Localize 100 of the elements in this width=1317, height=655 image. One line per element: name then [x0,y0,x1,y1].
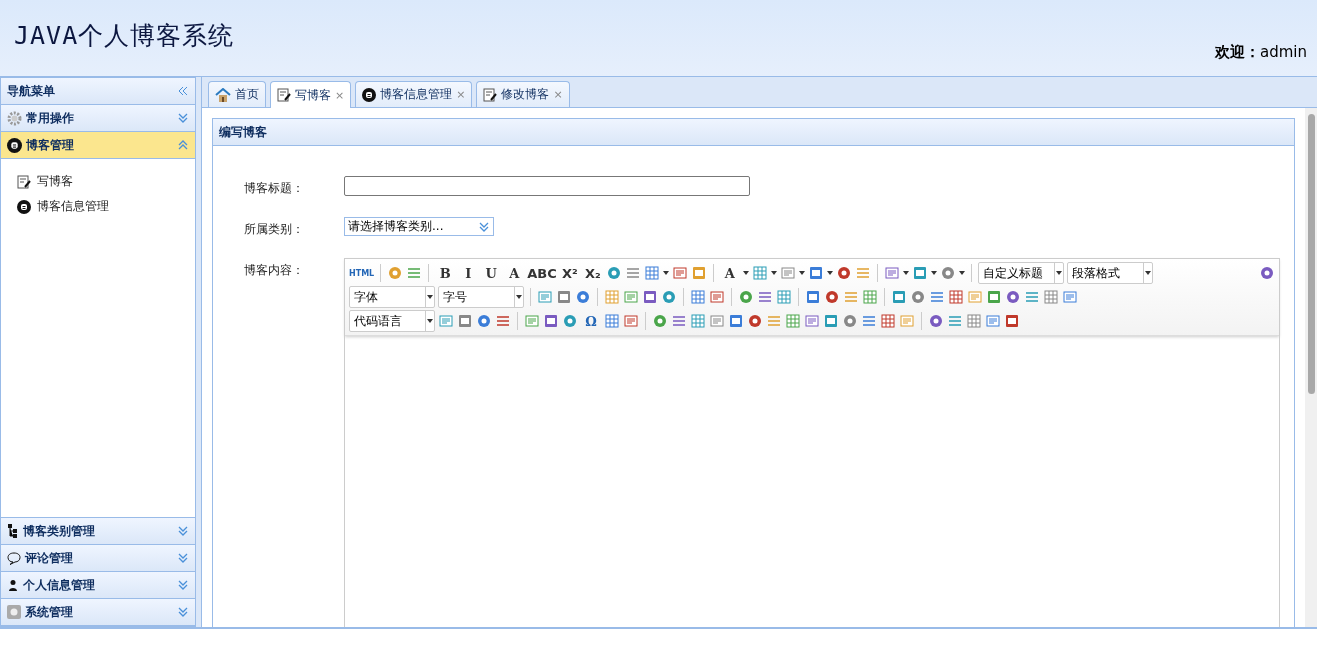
accordion-header[interactable]: 个人信息管理 [1,572,195,599]
note-icon [277,88,291,102]
tool-icon[interactable] [1259,265,1275,281]
tool-icon[interactable] [891,289,907,305]
tool-icon[interactable] [605,265,622,281]
tool-icon[interactable] [747,313,763,329]
field-label: 博客内容： [244,262,305,279]
format-button[interactable]: ABC [527,263,557,283]
tool-icon[interactable] [1004,313,1020,329]
tool-icon[interactable] [690,265,707,281]
expand-icon[interactable] [177,606,189,618]
tool-icon[interactable] [1005,289,1021,305]
tool-icon[interactable] [862,289,878,305]
tool-icon[interactable] [661,289,677,305]
tool-icon[interactable] [690,289,706,305]
panel-title: 编写博客 [219,123,267,141]
tool-icon[interactable] [911,265,928,281]
toolbar-dropdown[interactable]: 代码语言 [349,310,435,332]
tool-icon[interactable] [757,289,773,305]
format-button[interactable]: U [481,263,502,283]
tool-icon[interactable] [939,265,956,281]
tool-icon[interactable] [880,313,896,329]
collapse-icon[interactable] [177,85,189,97]
caret-icon [1055,271,1062,275]
tool-icon[interactable] [910,289,926,305]
tool-icon[interactable] [709,289,725,305]
tool-icon[interactable] [929,289,945,305]
tool-icon[interactable] [807,265,824,281]
format-button[interactable]: Ω [581,311,601,331]
tool-icon[interactable] [823,313,839,329]
tool-icon[interactable] [966,313,982,329]
accordion-header[interactable]: 博客类别管理 [1,518,195,545]
tool-icon[interactable] [824,289,840,305]
tool-icon[interactable] [690,313,706,329]
format-button[interactable]: A [504,263,525,283]
tool-icon[interactable] [751,265,768,281]
tool-icon[interactable] [1024,289,1040,305]
format-button[interactable]: HTML [349,263,375,283]
scrollbar[interactable] [1305,108,1317,627]
close-icon[interactable]: × [335,88,345,102]
tab[interactable]: 博客信息管理 × [355,81,473,107]
tool-icon[interactable] [575,289,591,305]
tool-icon[interactable] [652,313,668,329]
expand-icon[interactable] [177,552,189,564]
tool-icon[interactable] [556,289,572,305]
tool-icon[interactable] [928,313,944,329]
accordion-header[interactable]: 常用操作 [1,105,195,132]
nav-item[interactable]: 写博客 [17,173,195,190]
format-button[interactable]: A [719,263,740,283]
gear-icon [7,110,22,126]
tool-icon[interactable] [623,313,639,329]
collapse-icon[interactable] [177,139,189,151]
category-select[interactable]: 请选择博客类别... [344,217,494,236]
tool-icon[interactable] [947,313,963,329]
tool-icon[interactable] [986,289,1002,305]
tool-icon[interactable] [671,313,687,329]
tab[interactable]: 写博客 × [270,81,352,108]
tool-icon[interactable] [543,313,559,329]
toolbar-dropdown[interactable]: 字号 [438,286,524,308]
note-icon [483,87,498,102]
toolbar-dropdown[interactable]: 段落格式 [1066,262,1153,284]
toolbar-dropdown[interactable]: 字体 [349,286,435,308]
tool-icon[interactable] [738,289,754,305]
accordion-header[interactable]: 系统管理 [1,599,195,626]
tab[interactable]: 修改博客 × [476,81,570,107]
format-button[interactable]: I [458,263,479,283]
tool-icon[interactable] [776,289,792,305]
tool-icon[interactable] [406,265,423,281]
tool-icon[interactable] [495,313,511,329]
tool-icon[interactable] [562,313,578,329]
tool-icon[interactable] [728,313,744,329]
tool-icon[interactable] [387,265,404,281]
tool-icon[interactable] [1043,289,1059,305]
tool-icon[interactable] [457,313,473,329]
expand-icon[interactable] [177,579,189,591]
tool-icon[interactable] [671,265,688,281]
expand-icon[interactable] [177,112,189,124]
tool-icon[interactable] [842,313,858,329]
accordion-header[interactable]: 博客管理 [1,132,195,159]
tool-icon[interactable] [948,289,964,305]
tool-icon[interactable] [835,265,852,281]
format-button[interactable]: X² [559,263,580,283]
title-input[interactable] [344,176,750,196]
tool-icon[interactable] [624,265,641,281]
tool-icon[interactable] [476,313,492,329]
nav-item[interactable]: 博客信息管理 [17,198,195,215]
caret-icon [427,319,433,323]
tool-icon[interactable] [643,265,660,281]
format-button[interactable]: B [435,263,456,283]
expand-icon[interactable] [177,525,189,537]
tool-icon[interactable] [604,313,620,329]
accordion-header[interactable]: 评论管理 [1,545,195,572]
tool-icon[interactable] [805,289,821,305]
tab[interactable]: 首页 [208,81,266,107]
format-button[interactable]: X₂ [582,263,603,283]
expand-icon[interactable] [478,220,490,233]
tool-icon[interactable] [785,313,801,329]
tool-icon[interactable] [861,313,877,329]
tool-icon[interactable] [642,289,658,305]
toolbar-dropdown[interactable]: 自定义标题 [977,262,1064,284]
